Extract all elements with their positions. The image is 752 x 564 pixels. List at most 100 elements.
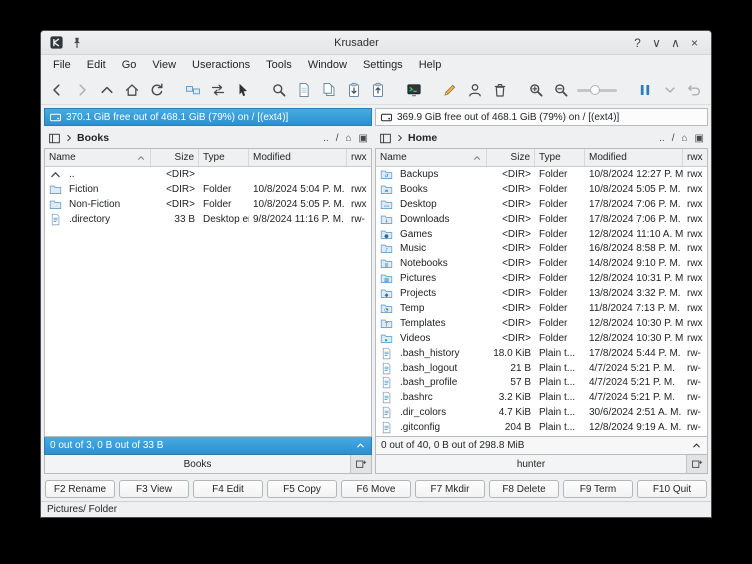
column-header-type[interactable]: Type [199, 149, 249, 166]
close-button[interactable]: × [685, 36, 704, 50]
column-header-modified[interactable]: Modified [585, 149, 683, 166]
file-row[interactable]: .dir_colors 4.7 KiB Plain t... 30/6/2024 2:… [376, 405, 707, 420]
menu-tools[interactable]: Tools [258, 57, 300, 73]
menu-view[interactable]: View [144, 57, 184, 73]
file-rows[interactable]: ↺ Backups <DIR> Folder 10/8/2024 12:27 P. M.… [376, 167, 707, 436]
new-tab-button[interactable] [351, 455, 371, 473]
maximize-button[interactable]: ∧ [666, 36, 685, 50]
pin-icon[interactable] [69, 35, 85, 51]
file-row[interactable]: Non-Fiction <DIR> Folder 10/8/2024 5:05 P. … [45, 197, 371, 212]
file-row[interactable]: ▸ Videos <DIR> Folder 12/8/2024 10:30 P. M. r… [376, 331, 707, 346]
column-header-modified[interactable]: Modified [249, 149, 347, 166]
file-row[interactable]: ≡ Books <DIR> Folder 10/8/2024 5:05 P. M. rwx [376, 182, 707, 197]
menu-edit[interactable]: Edit [79, 57, 114, 73]
root-dir-button[interactable]: / [672, 133, 675, 144]
f7-button[interactable]: F7 Mkdir [415, 480, 485, 498]
breadcrumb-current-dir[interactable]: Books [77, 132, 109, 144]
file-row[interactable]: .directory 33 B Desktop en... 9/8/2024 11:1… [45, 212, 371, 227]
f2-button[interactable]: F2 Rename [45, 480, 115, 498]
breadcrumb-current-dir[interactable]: Home [408, 132, 437, 144]
disk-usage-bar[interactable]: 369.9 GiB free out of 468.1 GiB (79%) on… [375, 108, 708, 126]
f8-button[interactable]: F8 Delete [489, 480, 559, 498]
new-tab-button[interactable] [687, 455, 707, 473]
file-row[interactable]: ▨ Pictures <DIR> Folder 12/8/2024 10:31 P. M… [376, 271, 707, 286]
menu-window[interactable]: Window [300, 57, 355, 73]
column-header-size[interactable]: Size [487, 149, 535, 166]
home-dir-button[interactable]: ⌂ [682, 133, 688, 144]
equal-panels-button[interactable] [182, 78, 205, 102]
up-button[interactable] [96, 78, 119, 102]
popup-panel-button[interactable]: ▣ [359, 133, 368, 144]
file-row[interactable]: .bash_profile 57 B Plain t... 4/7/2024 5:21… [376, 375, 707, 390]
panel-tab[interactable]: hunter [376, 455, 687, 473]
column-header-rwx[interactable]: rwx [347, 149, 371, 166]
panel-media-icon[interactable] [48, 132, 61, 145]
file-row[interactable]: T Templates <DIR> Folder 12/8/2024 10:30 P. … [376, 316, 707, 331]
root-dir-button[interactable]: / [336, 133, 339, 144]
start-program-button[interactable] [231, 78, 254, 102]
zoom-out-button[interactable] [549, 78, 572, 102]
new-file-button[interactable] [292, 78, 315, 102]
f3-button[interactable]: F3 View [119, 480, 189, 498]
status-collapse-button[interactable] [355, 440, 366, 451]
file-rows[interactable]: .. <DIR> Fiction <DIR> Folder 10/8/2024 5:04 … [45, 167, 371, 436]
file-row[interactable]: .gitconfig 204 B Plain t... 12/8/2024 9:19 … [376, 420, 707, 435]
find-button[interactable] [267, 78, 290, 102]
menu-useractions[interactable]: Useractions [184, 57, 258, 73]
menu-settings[interactable]: Settings [355, 57, 411, 73]
undo-button[interactable] [683, 78, 706, 102]
f4-button[interactable]: F4 Edit [193, 480, 263, 498]
icon-size-slider[interactable] [574, 78, 620, 102]
status-collapse-button[interactable] [691, 440, 702, 451]
f5-button[interactable]: F5 Copy [267, 480, 337, 498]
panel-tab[interactable]: Books [45, 455, 351, 473]
swap-panels-button[interactable] [207, 78, 230, 102]
panel-media-icon[interactable] [379, 132, 392, 145]
reload-button[interactable] [146, 78, 169, 102]
column-header-name[interactable]: Name [45, 149, 151, 166]
disk-usage-bar[interactable]: 370.1 GiB free out of 468.1 GiB (79%) on… [44, 108, 372, 126]
parent-dir-button[interactable]: .. [323, 133, 329, 144]
file-row[interactable]: .bashrc 3.2 KiB Plain t... 4/7/2024 5:21 P.… [376, 390, 707, 405]
rename-button[interactable] [439, 78, 462, 102]
f10-button[interactable]: F10 Quit [637, 480, 707, 498]
column-header-name[interactable]: Name [376, 149, 487, 166]
menu-go[interactable]: Go [114, 57, 145, 73]
terminal-button[interactable] [403, 78, 426, 102]
file-row[interactable]: ↓ Downloads <DIR> Folder 17/8/2024 7:06 P. M… [376, 212, 707, 227]
file-row[interactable]: Fiction <DIR> Folder 10/8/2024 5:04 P. M. rw… [45, 182, 371, 197]
zoom-in-button[interactable] [525, 78, 548, 102]
parent-dir-button[interactable]: .. [659, 133, 665, 144]
minimize-button[interactable]: ∨ [647, 36, 666, 50]
jobs-menu-button[interactable] [658, 78, 681, 102]
column-header-rwx[interactable]: rwx [683, 149, 707, 166]
copy-button[interactable] [317, 78, 340, 102]
paste-button[interactable] [342, 78, 365, 102]
file-row[interactable]: ♪ Music <DIR> Folder 16/8/2024 8:58 P. M. rwx [376, 241, 707, 256]
column-header-size[interactable]: Size [151, 149, 199, 166]
file-row[interactable]: .bash_history 18.0 KiB Plain t... 17/8/2024… [376, 346, 707, 361]
popup-panel-button[interactable]: ▣ [695, 133, 704, 144]
home-dir-button[interactable]: ⌂ [346, 133, 352, 144]
forward-button[interactable] [71, 78, 94, 102]
file-row[interactable]: ◔ Temp <DIR> Folder 11/8/2024 7:13 P. M. rwx [376, 301, 707, 316]
home-button[interactable] [121, 78, 144, 102]
titlebar[interactable]: Krusader ? ∨ ∧ × [41, 31, 711, 55]
file-row[interactable]: .bash_logout 21 B Plain t... 4/7/2024 5:21 … [376, 361, 707, 376]
help-button[interactable]: ? [628, 36, 647, 50]
file-row[interactable]: ● Games <DIR> Folder 12/8/2024 11:10 A. M. rw… [376, 227, 707, 242]
file-row[interactable]: ↺ Backups <DIR> Folder 10/8/2024 12:27 P. M.… [376, 167, 707, 182]
f9-button[interactable]: F9 Term [563, 480, 633, 498]
jobs-pause-button[interactable] [633, 78, 656, 102]
file-row[interactable]: .. <DIR> [45, 167, 371, 182]
menu-file[interactable]: File [45, 57, 79, 73]
copy-to-clipboard-button[interactable] [367, 78, 390, 102]
column-header-type[interactable]: Type [535, 149, 585, 166]
f6-button[interactable]: F6 Move [341, 480, 411, 498]
file-row[interactable]: ◆ Projects <DIR> Folder 13/8/2024 3:32 P. M.… [376, 286, 707, 301]
file-row[interactable]: ▭ Desktop <DIR> Folder 17/8/2024 7:06 P. M. r… [376, 197, 707, 212]
menu-help[interactable]: Help [411, 57, 450, 73]
delete-button[interactable] [489, 78, 512, 102]
back-button[interactable] [46, 78, 69, 102]
root-mode-button[interactable] [464, 78, 487, 102]
